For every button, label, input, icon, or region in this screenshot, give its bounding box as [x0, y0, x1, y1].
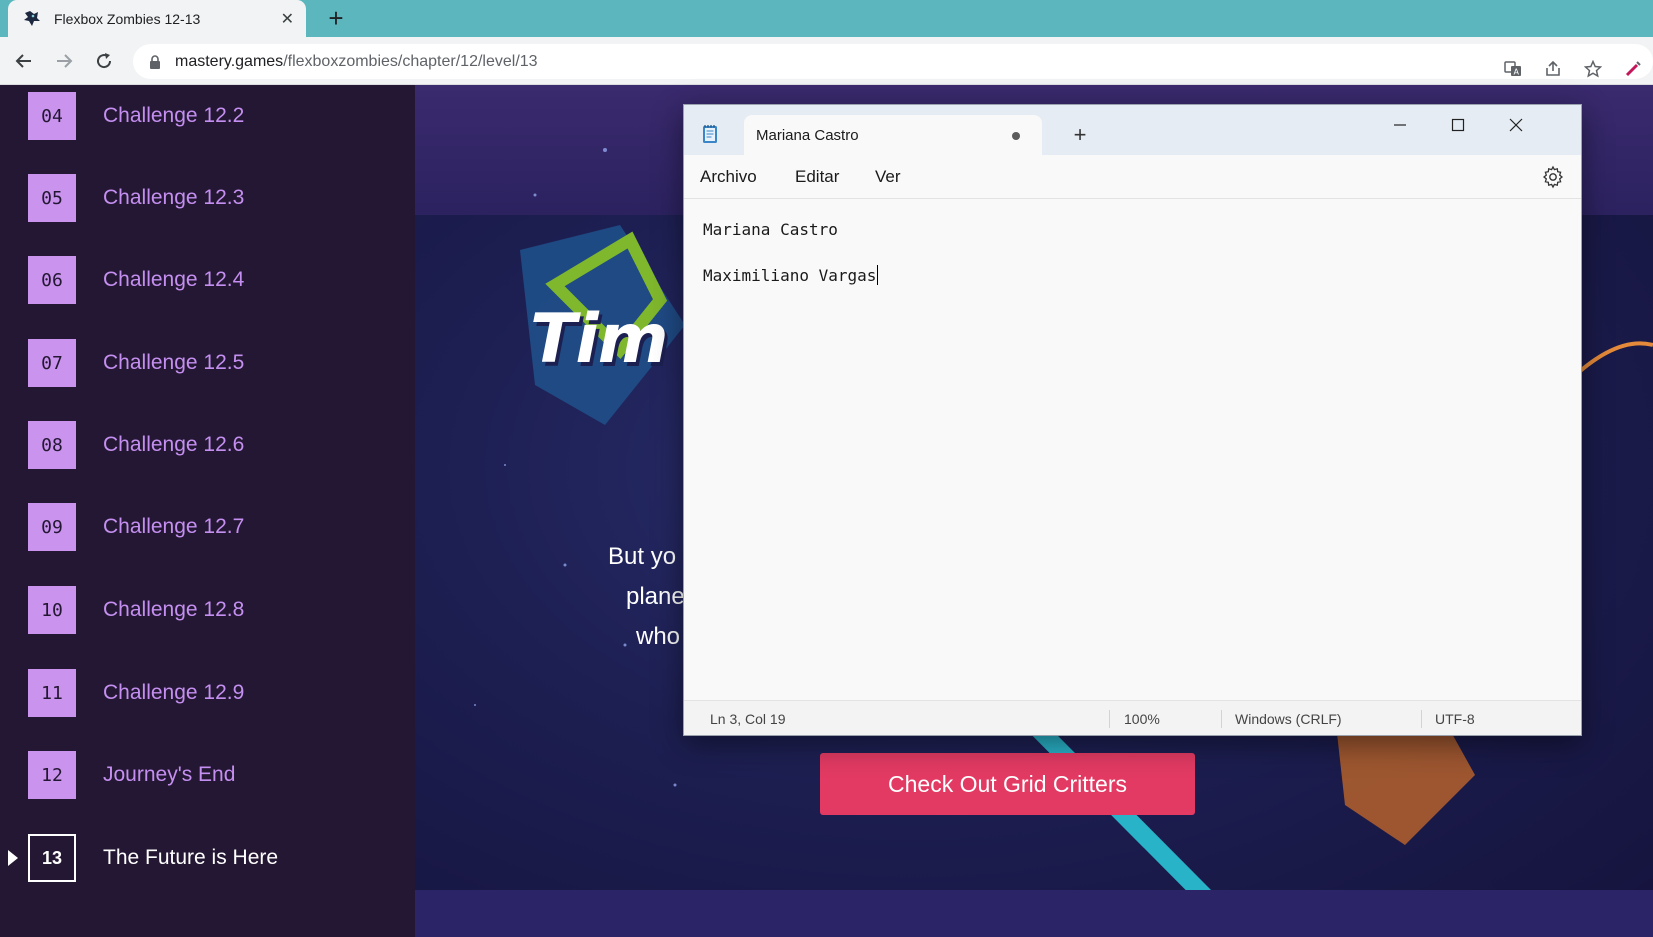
notepad-text-area[interactable]: Mariana Castro Maximiliano Vargas — [684, 200, 1581, 700]
level-name: Challenge 12.7 — [103, 515, 245, 538]
maximize-button[interactable] — [1429, 105, 1487, 145]
translate-icon[interactable]: A — [1493, 51, 1533, 86]
menu-editar[interactable]: Editar — [795, 167, 839, 187]
level-sidebar: 04 Challenge 12.2 05 Challenge 12.3 06 C… — [0, 85, 415, 937]
forward-icon[interactable] — [52, 49, 76, 73]
level-name: Challenge 12.9 — [103, 681, 245, 704]
notepad-menubar: Archivo Editar Ver — [684, 155, 1581, 199]
text-caret — [877, 265, 879, 285]
level-item[interactable]: 12 Journey's End — [0, 750, 415, 800]
grid-critters-button[interactable]: Check Out Grid Critters — [820, 753, 1195, 815]
star-icon[interactable] — [1573, 51, 1613, 86]
hero-text-line: plane — [626, 583, 685, 610]
browser-toolbar: mastery.games/flexboxzombies/chapter/12/… — [0, 37, 1653, 85]
level-item[interactable]: 10 Challenge 12.8 — [0, 585, 415, 635]
tab-title: Flexbox Zombies 12-13 — [54, 10, 201, 27]
hero-text-line: But yo — [608, 543, 677, 570]
zombie-favicon-icon — [24, 10, 40, 26]
menu-archivo[interactable]: Archivo — [700, 167, 757, 187]
line-ending[interactable]: Windows (CRLF) — [1235, 711, 1342, 727]
level-item[interactable]: 08 Challenge 12.6 — [0, 420, 415, 470]
lock-icon — [150, 54, 160, 69]
status-divider — [1221, 710, 1222, 728]
level-item[interactable]: 04 Challenge 12.2 — [0, 91, 415, 141]
level-name: Journey's End — [103, 763, 236, 786]
text-line: Mariana Castro — [703, 220, 838, 239]
level-item[interactable]: 05 Challenge 12.3 — [0, 173, 415, 223]
level-name: Challenge 12.2 — [103, 104, 245, 127]
level-name: Challenge 12.8 — [103, 598, 245, 621]
level-number: 07 — [28, 339, 76, 387]
reload-icon[interactable] — [92, 49, 116, 73]
settings-gear-icon[interactable] — [1541, 165, 1565, 189]
level-number: 09 — [28, 503, 76, 551]
level-name: Challenge 12.6 — [103, 433, 245, 456]
level-number: 12 — [28, 751, 76, 799]
notepad-new-tab-button[interactable]: + — [1064, 119, 1096, 151]
notepad-tab[interactable]: Mariana Castro — [744, 115, 1042, 155]
level-item[interactable]: 07 Challenge 12.5 — [0, 338, 415, 388]
level-number: 04 — [28, 92, 76, 140]
notepad-titlebar[interactable]: Mariana Castro + — [684, 105, 1581, 155]
status-divider — [1109, 710, 1110, 728]
svg-text:A: A — [1514, 67, 1520, 76]
level-number: 13 — [28, 834, 76, 882]
omnibox-actions: A — [1493, 51, 1653, 86]
notepad-statusbar: Ln 3, Col 19 100% Windows (CRLF) UTF-8 — [684, 700, 1581, 735]
browser-tabstrip: Flexbox Zombies 12-13 ✕ + — [0, 0, 1653, 37]
level-name: Challenge 12.3 — [103, 186, 245, 209]
level-number: 08 — [28, 421, 76, 469]
level-number: 10 — [28, 586, 76, 634]
address-bar[interactable]: mastery.games/flexboxzombies/chapter/12/… — [133, 44, 1653, 79]
level-name: Challenge 12.5 — [103, 351, 245, 374]
level-name: Challenge 12.4 — [103, 268, 245, 291]
text-line-content: Maximiliano Vargas — [703, 266, 877, 285]
unsaved-indicator-icon — [1012, 132, 1020, 140]
level-item[interactable]: 11 Challenge 12.9 — [0, 668, 415, 718]
hero-text-line: who — [636, 623, 681, 650]
level-number: 05 — [28, 174, 76, 222]
url-text: mastery.games/flexboxzombies/chapter/12/… — [175, 52, 538, 70]
stage-bottom-band — [415, 890, 1653, 937]
current-level-arrow-icon — [8, 850, 18, 866]
level-item[interactable]: 09 Challenge 12.7 — [0, 502, 415, 552]
level-number: 06 — [28, 256, 76, 304]
share-icon[interactable] — [1533, 51, 1573, 86]
status-divider — [1421, 710, 1422, 728]
zoom-level[interactable]: 100% — [1124, 711, 1160, 727]
tab-close-icon[interactable]: ✕ — [281, 9, 294, 29]
close-window-button[interactable] — [1487, 105, 1545, 145]
game-logo-text: Tim — [530, 300, 669, 379]
minimize-button[interactable] — [1371, 105, 1429, 145]
level-item[interactable]: 06 Challenge 12.4 — [0, 255, 415, 305]
level-item-current[interactable]: 13 The Future is Here — [0, 833, 415, 883]
level-name: The Future is Here — [103, 846, 279, 869]
notepad-window: Mariana Castro + Archivo Editar Ver Mari… — [683, 104, 1582, 736]
extension-icon[interactable] — [1613, 51, 1653, 86]
browser-tab[interactable]: Flexbox Zombies 12-13 ✕ — [8, 0, 306, 37]
level-number: 11 — [28, 669, 76, 717]
notepad-app-icon — [703, 125, 717, 143]
back-icon[interactable] — [12, 49, 36, 73]
notepad-tab-title: Mariana Castro — [756, 127, 859, 144]
new-tab-button[interactable]: + — [320, 2, 352, 34]
menu-ver[interactable]: Ver — [875, 167, 901, 187]
text-line: Maximiliano Vargas — [703, 265, 1581, 309]
encoding[interactable]: UTF-8 — [1435, 711, 1475, 727]
cursor-position: Ln 3, Col 19 — [710, 711, 786, 727]
